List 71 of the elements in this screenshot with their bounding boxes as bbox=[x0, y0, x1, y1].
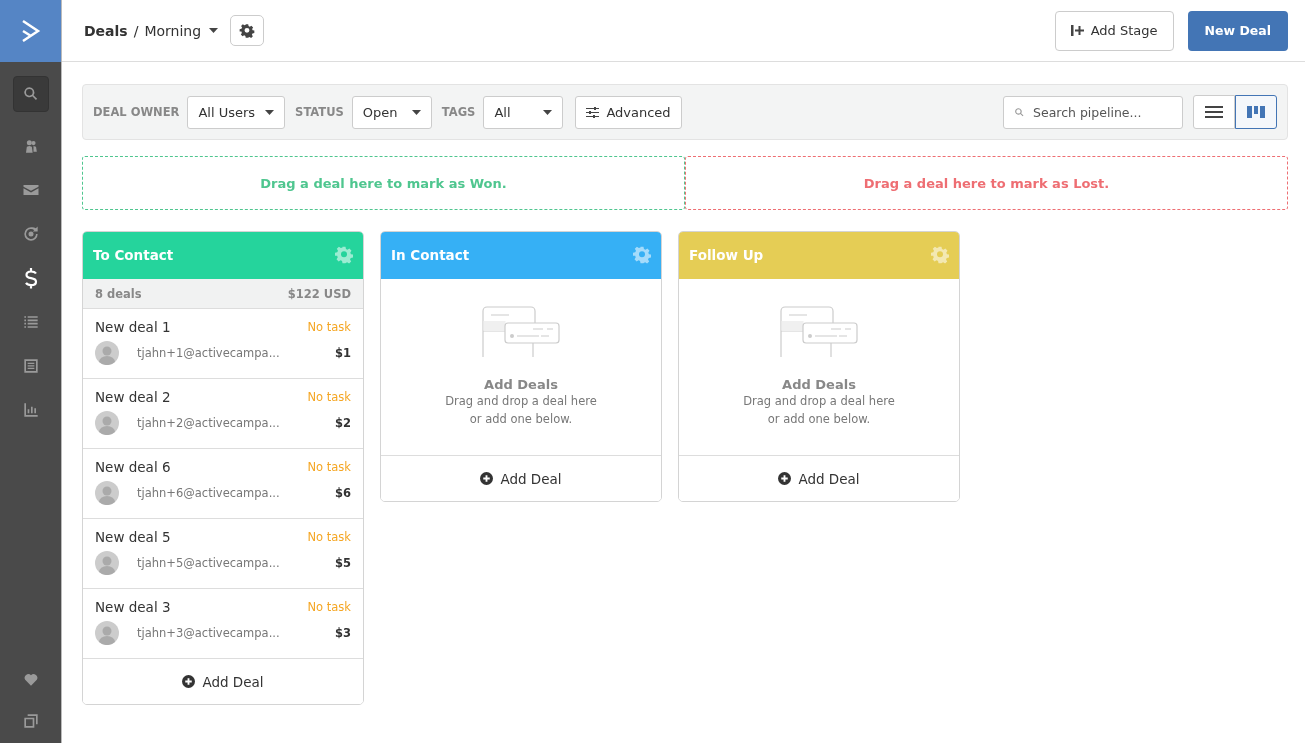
task-status: No task bbox=[307, 530, 351, 544]
drop-zone-text: Drag a deal here to mark as Lost. bbox=[863, 175, 1110, 191]
plus-circle-icon bbox=[778, 472, 792, 485]
stage-title: To Contact bbox=[93, 247, 174, 263]
list-view-button[interactable] bbox=[1193, 95, 1235, 129]
deal-title: New deal 6 bbox=[95, 459, 171, 475]
logo-tile[interactable] bbox=[0, 0, 61, 62]
deal-value: $3 bbox=[335, 626, 351, 640]
drop-zone-text: Drag a deal here to mark as Won. bbox=[260, 175, 507, 191]
add-stage-button[interactable]: Add Stage bbox=[1054, 10, 1174, 51]
empty-title: Add Deals bbox=[782, 377, 856, 392]
dollar-icon bbox=[23, 267, 38, 289]
plus-circle-icon bbox=[480, 472, 494, 485]
deal-card[interactable]: New deal 1 No task tjahn+1@activecampa... $1 bbox=[83, 309, 363, 379]
filter-label: STATUS bbox=[295, 105, 344, 119]
deal-card[interactable]: New deal 5 No task tjahn+5@activecampa... $5 bbox=[83, 519, 363, 589]
deal-title: New deal 2 bbox=[95, 389, 171, 405]
deal-count: 8 deals bbox=[95, 286, 142, 301]
filter-label: TAGS bbox=[441, 105, 476, 119]
sliders-icon bbox=[586, 106, 600, 118]
filter-dropdown[interactable]: All bbox=[483, 95, 564, 129]
deal-card[interactable]: New deal 2 No task tjahn+2@activecampa... $2 bbox=[83, 379, 363, 449]
filter-dropdown[interactable]: Open bbox=[351, 95, 432, 129]
caret-icon bbox=[543, 109, 553, 115]
deal-title: New deal 5 bbox=[95, 529, 171, 545]
contact-email: tjahn+3@activecampa... bbox=[137, 626, 281, 640]
caret-icon bbox=[209, 28, 219, 33]
filter-label: DEAL OWNER bbox=[93, 105, 180, 119]
deal-title: New deal 3 bbox=[95, 599, 171, 615]
deal-value: $1 bbox=[335, 346, 351, 360]
task-status: No task bbox=[307, 460, 351, 474]
new-deal-button[interactable]: New Deal bbox=[1187, 10, 1288, 51]
contact-email: tjahn+5@activecampa... bbox=[137, 556, 281, 570]
settings-button[interactable] bbox=[230, 15, 265, 46]
stage-title: Follow Up bbox=[689, 247, 764, 263]
empty-message: Drag and drop a deal here or add one below. bbox=[742, 393, 896, 428]
stage-title: In Contact bbox=[391, 247, 470, 263]
deal-value: $2 bbox=[335, 416, 351, 430]
deal-value: $6 bbox=[335, 486, 351, 500]
stage-total: $122 USD bbox=[287, 286, 351, 301]
avatar-icon bbox=[95, 551, 119, 575]
search-button[interactable] bbox=[12, 76, 49, 112]
add-column-icon bbox=[1070, 25, 1084, 36]
avatar-icon bbox=[95, 481, 119, 505]
deal-title: New deal 1 bbox=[95, 319, 171, 335]
avatar-icon bbox=[95, 411, 119, 435]
filter-dropdown[interactable]: All Users bbox=[187, 95, 286, 129]
board-view-button[interactable] bbox=[1235, 95, 1277, 129]
advanced-button[interactable]: Advanced bbox=[575, 95, 682, 129]
avatar-icon bbox=[95, 621, 119, 645]
empty-title: Add Deals bbox=[484, 377, 558, 392]
caret-icon bbox=[411, 109, 421, 115]
contact-email: tjahn+2@activecampa... bbox=[137, 416, 281, 430]
deal-card[interactable]: New deal 6 No task tjahn+6@activecampa... $6 bbox=[83, 449, 363, 519]
contact-email: tjahn+1@activecampa... bbox=[137, 346, 281, 360]
empty-message: Drag and drop a deal here or add one below. bbox=[444, 393, 598, 428]
search-field[interactable]: Search pipeline... bbox=[1003, 95, 1183, 129]
avatar-icon bbox=[95, 341, 119, 365]
menu-icon bbox=[1205, 106, 1223, 118]
pipeline-dropdown[interactable]: Morning bbox=[144, 22, 219, 39]
columns-icon bbox=[1247, 106, 1265, 118]
task-status: No task bbox=[307, 320, 351, 334]
caret-icon bbox=[265, 109, 275, 115]
breadcrumb-separator: / bbox=[133, 22, 139, 39]
task-status: No task bbox=[307, 600, 351, 614]
plus-circle-icon bbox=[182, 675, 196, 688]
task-status: No task bbox=[307, 390, 351, 404]
contact-email: tjahn+6@activecampa... bbox=[137, 486, 281, 500]
settings-icon bbox=[239, 22, 256, 39]
deal-value: $5 bbox=[335, 556, 351, 570]
breadcrumb-link[interactable]: Deals bbox=[84, 22, 128, 39]
